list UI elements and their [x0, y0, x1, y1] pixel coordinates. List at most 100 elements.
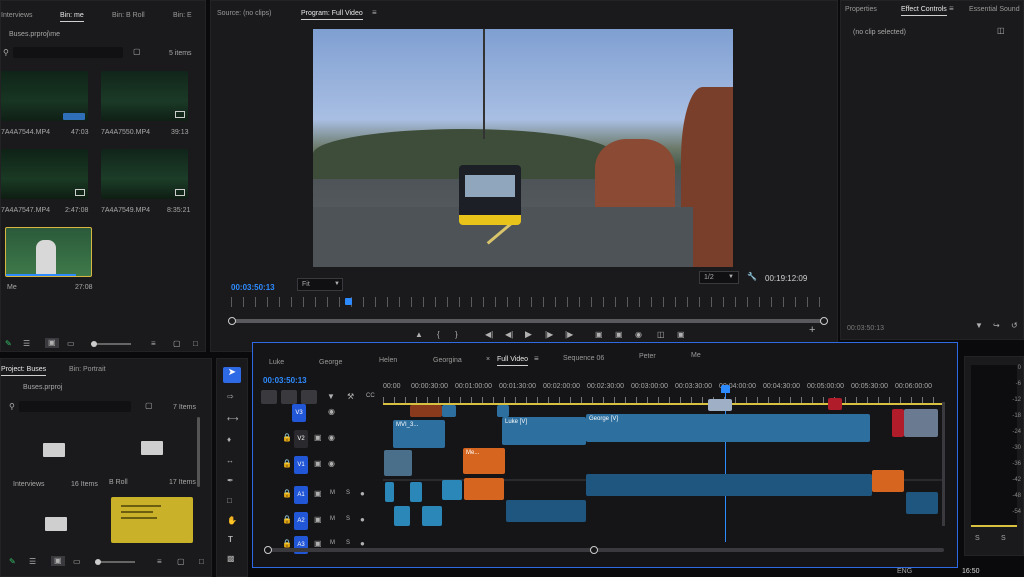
sort-icon[interactable]: ≡	[151, 340, 156, 348]
eye-icon[interactable]: ◉	[328, 408, 335, 416]
freeform-view-icon[interactable]: ▭	[73, 558, 81, 566]
folder-icon[interactable]	[43, 443, 65, 457]
new-bin-icon[interactable]: ▢	[133, 48, 141, 56]
clip-thumbnail-3[interactable]	[1, 149, 88, 199]
folder-icon[interactable]	[45, 517, 67, 531]
tab-project-buses[interactable]: Project: Buses	[1, 366, 47, 376]
tab-essential-sound[interactable]: Essential Sound	[969, 6, 1020, 13]
mute-icon[interactable]: M	[330, 540, 335, 546]
timeline-clip[interactable]	[497, 405, 509, 417]
timeline-clip[interactable]	[892, 409, 904, 437]
new-bin-icon[interactable]: ▢	[173, 340, 181, 348]
meter-solo-left[interactable]: S	[975, 535, 980, 542]
mute-icon[interactable]: M	[330, 490, 335, 496]
mic-icon[interactable]: ●	[360, 540, 365, 548]
panel-menu-icon[interactable]: ≡	[949, 5, 954, 13]
zoom-slider[interactable]	[95, 559, 135, 565]
monitor-zoom-bar[interactable]	[228, 317, 828, 325]
fit-dropdown[interactable]: Fit ▼	[297, 278, 343, 291]
slip-icon[interactable]: ↔	[226, 457, 234, 465]
program-timecode[interactable]: 00:03:50:13	[231, 283, 275, 292]
pencil-icon[interactable]: ✎	[5, 340, 12, 348]
zoom-slider[interactable]	[91, 341, 131, 347]
camera-icon[interactable]: ◉	[635, 331, 642, 339]
timeline-clip[interactable]	[708, 399, 732, 411]
seq-tab-georgina[interactable]: Georgina	[433, 357, 462, 364]
search-icon[interactable]: ⚲	[3, 49, 9, 57]
playhead-handle[interactable]	[721, 385, 730, 393]
tab-bin-portrait[interactable]: Bin: Portrait	[69, 366, 106, 373]
marker-icon[interactable]: ▼	[327, 393, 335, 401]
lock-icon[interactable]: 🔒	[282, 540, 292, 548]
close-tab-icon[interactable]: ×	[486, 356, 490, 363]
selection-tool-icon[interactable]: ➤	[223, 367, 241, 383]
panel-toggle-icon[interactable]: ◫	[997, 27, 1005, 35]
audio-clip[interactable]	[586, 474, 872, 496]
solo-icon[interactable]: S	[346, 490, 350, 496]
ripple-edit-icon[interactable]: ⟷	[227, 415, 238, 423]
new-bin-icon[interactable]: ▢	[177, 558, 185, 566]
seq-tab-george[interactable]: George	[319, 359, 342, 366]
clip-thumbnail-1[interactable]	[1, 71, 88, 121]
eye-icon[interactable]: ◉	[328, 434, 335, 442]
folder-icon[interactable]	[141, 441, 163, 455]
step-back-icon[interactable]: ◀|	[505, 331, 513, 339]
clip-thumbnail-5[interactable]	[5, 227, 92, 277]
export-icon[interactable]: ↪	[993, 322, 1000, 330]
add-button-icon[interactable]: +	[809, 325, 815, 336]
timeline-clip[interactable]	[384, 450, 412, 476]
sync-icon[interactable]: ▣	[314, 516, 322, 524]
wrench-icon[interactable]: ⚒	[347, 393, 354, 401]
tab-effect-controls[interactable]: Effect Controls	[901, 6, 947, 16]
timeline-scrollbar[interactable]	[264, 546, 944, 554]
freeform-view-icon[interactable]: ▭	[67, 340, 75, 348]
audio-clip[interactable]	[872, 470, 904, 492]
track-select-icon[interactable]: ⇨	[227, 393, 234, 401]
pen-tool-icon[interactable]: ✒	[227, 477, 234, 485]
tab-interviews[interactable]: Interviews	[1, 12, 33, 19]
clip-thumbnail-4[interactable]	[101, 149, 188, 199]
list-view-icon[interactable]: ☰	[29, 558, 36, 566]
resolution-dropdown[interactable]: 1/2 ▼	[699, 271, 739, 284]
wrench-icon[interactable]: 🔧	[747, 273, 757, 281]
sync-icon[interactable]: ▣	[314, 434, 322, 442]
lift-icon[interactable]: ▣	[595, 331, 603, 339]
timeline-clip[interactable]: MVI_3...	[393, 420, 445, 448]
track-target-v1[interactable]: V1	[294, 456, 308, 474]
timeline-clip[interactable]	[410, 405, 442, 417]
timeline-clip[interactable]: Me...	[463, 448, 505, 474]
tab-bin-broll[interactable]: Bin: B Roll	[112, 12, 145, 19]
mute-icon[interactable]: M	[330, 516, 335, 522]
solo-icon[interactable]: S	[346, 516, 350, 522]
mark-in-bracket-icon[interactable]: {	[437, 331, 440, 339]
tab-bin-me[interactable]: Bin: me	[60, 12, 84, 22]
sync-icon[interactable]: ▣	[314, 460, 322, 468]
caption-tool-icon[interactable]: ▩	[227, 555, 235, 563]
search-input[interactable]	[19, 401, 131, 412]
monitor-playhead[interactable]	[345, 298, 352, 305]
audio-clip[interactable]	[442, 480, 462, 500]
track-target-v2[interactable]: V2	[294, 430, 308, 448]
sync-icon[interactable]: ▣	[314, 540, 322, 548]
icon-view-icon[interactable]: ▣	[45, 338, 59, 348]
monitor-ruler[interactable]	[231, 297, 823, 307]
filter-icon[interactable]: ▼	[975, 322, 983, 330]
new-item-icon[interactable]: □	[199, 558, 204, 566]
seq-tab-luke[interactable]: Luke	[269, 359, 284, 366]
track-target-a2[interactable]: A2	[294, 512, 308, 530]
lock-icon[interactable]: 🔒	[282, 490, 292, 498]
work-area-bar[interactable]	[383, 403, 943, 405]
go-to-out-icon[interactable]: |▶	[565, 331, 573, 339]
new-bin-icon[interactable]: ▢	[145, 402, 153, 410]
timeline-clip[interactable]: George [V]	[586, 414, 870, 442]
sync-icon[interactable]: ▣	[314, 490, 322, 498]
audio-clip[interactable]	[385, 482, 394, 502]
mic-icon[interactable]: ●	[360, 516, 365, 524]
seq-tab-sequence-06[interactable]: Sequence 06	[563, 355, 604, 362]
panel-menu-icon[interactable]: ≡	[534, 355, 539, 363]
audio-clip[interactable]	[464, 478, 504, 500]
seq-tab-me[interactable]: Me	[691, 352, 701, 359]
audio-clip[interactable]	[906, 492, 938, 514]
seq-tab-peter[interactable]: Peter	[639, 353, 656, 360]
tab-properties[interactable]: Properties	[845, 6, 877, 13]
